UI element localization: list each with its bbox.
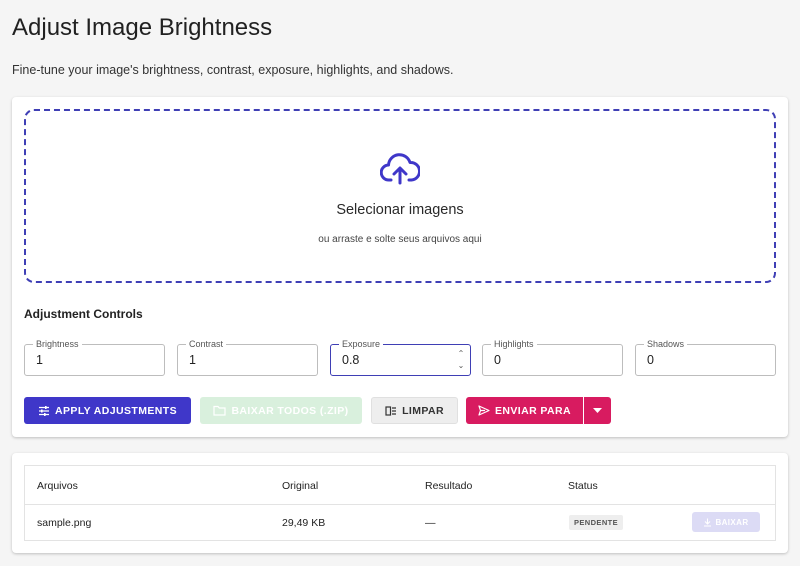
page-title: Adjust Image Brightness — [12, 14, 273, 41]
contrast-input[interactable] — [189, 353, 299, 367]
exposure-field[interactable]: Exposure ⌃ ⌄ — [330, 339, 471, 376]
shadows-input[interactable] — [647, 353, 757, 367]
upload-dropzone[interactable]: Selecionar imagens ou arraste e solte se… — [24, 109, 776, 283]
shadows-label: Shadows — [644, 339, 688, 349]
file-name: sample.png — [37, 517, 92, 529]
tune-icon — [39, 405, 50, 416]
highlights-input[interactable] — [494, 353, 604, 367]
header-divider — [25, 504, 775, 505]
files-card: Arquivos Original Resultado Status sampl… — [12, 453, 788, 553]
column-header-result: Resultado — [425, 480, 473, 492]
folder-icon — [213, 405, 227, 416]
apply-adjustments-label: APPLY ADJUSTMENTS — [55, 404, 177, 417]
chevron-down-icon[interactable]: ⌄ — [457, 360, 465, 372]
adjustment-card: Selecionar imagens ou arraste e solte se… — [12, 97, 788, 437]
file-original-size: 29,49 KB — [282, 517, 326, 529]
send-to-button[interactable]: ENVIAR PARA — [466, 397, 583, 424]
clear-all-icon — [385, 406, 397, 416]
dropzone-subtitle: ou arraste e solte seus arquivos aqui — [318, 234, 482, 245]
cloud-upload-icon — [380, 153, 420, 185]
highlights-field[interactable]: Highlights — [482, 339, 623, 376]
exposure-label: Exposure — [339, 339, 384, 349]
files-table: Arquivos Original Resultado Status sampl… — [24, 465, 776, 541]
apply-adjustments-button[interactable]: APPLY ADJUSTMENTS — [24, 397, 191, 424]
caret-down-icon — [593, 408, 602, 413]
exposure-input[interactable] — [342, 353, 452, 367]
dropzone-title: Selecionar imagens — [336, 202, 464, 218]
chevron-up-icon[interactable]: ⌃ — [457, 348, 465, 360]
highlights-label: Highlights — [491, 339, 537, 349]
controls-title: Adjustment Controls — [24, 307, 143, 321]
download-all-zip-label: BAIXAR TODOS (.ZIP) — [231, 404, 349, 417]
send-to-menu-button[interactable] — [584, 397, 611, 424]
clear-button[interactable]: LIMPAR — [371, 397, 458, 424]
file-result: — — [425, 517, 436, 529]
exposure-stepper[interactable]: ⌃ ⌄ — [457, 348, 465, 372]
send-to-label: ENVIAR PARA — [495, 404, 571, 417]
brightness-input[interactable] — [36, 353, 146, 367]
column-header-files: Arquivos — [37, 480, 78, 492]
download-file-label: BAIXAR — [715, 517, 749, 527]
contrast-field[interactable]: Contrast — [177, 339, 318, 376]
brightness-label: Brightness — [33, 339, 82, 349]
column-header-status: Status — [568, 480, 598, 492]
status-badge: PENDENTE — [569, 515, 624, 530]
download-file-button[interactable]: BAIXAR — [692, 512, 760, 532]
column-header-original: Original — [282, 480, 319, 492]
page-subtitle: Fine-tune your image's brightness, contr… — [12, 63, 454, 77]
brightness-field[interactable]: Brightness — [24, 339, 165, 376]
clear-label: LIMPAR — [402, 404, 444, 417]
download-all-zip-button[interactable]: BAIXAR TODOS (.ZIP) — [200, 397, 362, 424]
send-icon — [478, 405, 490, 416]
shadows-field[interactable]: Shadows — [635, 339, 776, 376]
download-icon — [704, 518, 712, 527]
contrast-label: Contrast — [186, 339, 227, 349]
